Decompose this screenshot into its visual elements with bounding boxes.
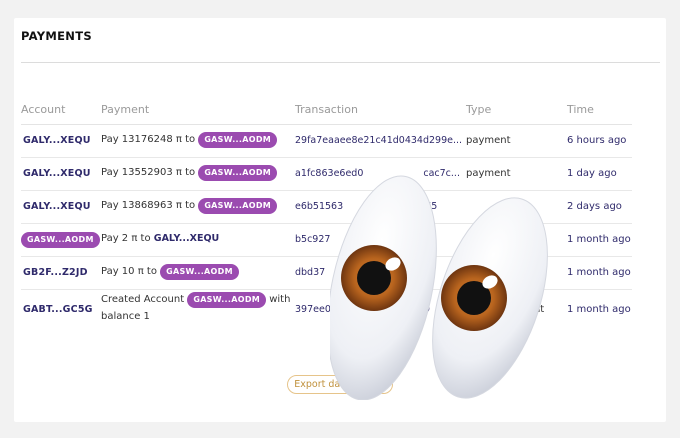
- time-link[interactable]: 1 day ago: [567, 168, 617, 179]
- column-header-type: Type: [466, 96, 567, 125]
- payment-text: Pay 13868963 π to: [101, 200, 196, 211]
- account-pill[interactable]: GASW...AODM: [198, 165, 278, 181]
- title-divider: [21, 62, 660, 63]
- transaction-link[interactable]: dbd37: [295, 267, 325, 278]
- payment-text: Pay 13176248 π to: [101, 134, 196, 145]
- account-link[interactable]: GALY...XEQU: [21, 168, 91, 179]
- payment-text: Pay 10 π to: [101, 266, 157, 277]
- account-pill[interactable]: GASW...AODM: [21, 231, 100, 248]
- table-row: GALY...XEQU Pay 13176248 π to GASW...AOD…: [21, 124, 632, 158]
- column-header-transaction: Transaction: [295, 96, 466, 125]
- column-header-payment: Payment: [101, 96, 295, 125]
- time-link[interactable]: 6 hours ago: [567, 135, 626, 146]
- account-link[interactable]: GALY...XEQU: [21, 201, 91, 212]
- panel-title: PAYMENTS: [21, 29, 92, 43]
- time-link[interactable]: 2 days ago: [567, 201, 622, 212]
- transaction-link[interactable]: b5c927: [295, 234, 330, 245]
- payment-text: Pay 2 π to: [101, 233, 151, 244]
- payment-text: Created Account: [101, 294, 185, 306]
- payment-text-line2: balance 1: [101, 311, 150, 323]
- table-header-row: Account Payment Transaction Type Time: [21, 96, 632, 125]
- account-pill[interactable]: GASW...AODM: [160, 264, 239, 280]
- account-link[interactable]: GALY...XEQU: [154, 233, 219, 244]
- googly-eyes-emoji: [330, 175, 548, 400]
- payment-text: Pay 13552903 π to: [101, 167, 196, 178]
- account-pill[interactable]: GASW...AODM: [198, 132, 278, 148]
- account-pill[interactable]: GASW...AODM: [187, 292, 267, 309]
- time-link[interactable]: 1 month ago: [567, 267, 631, 278]
- column-header-time: Time: [567, 96, 632, 125]
- transaction-link[interactable]: 397ee0: [295, 304, 331, 315]
- time-link[interactable]: 1 month ago: [567, 234, 631, 245]
- account-link[interactable]: GABT...GC5G: [21, 304, 93, 315]
- payment-type: payment: [466, 135, 511, 146]
- time-link[interactable]: 1 month ago: [567, 304, 631, 315]
- payment-text-suffix: with: [269, 294, 291, 306]
- column-header-account: Account: [21, 96, 101, 125]
- account-link[interactable]: GALY...XEQU: [21, 135, 91, 146]
- account-pill[interactable]: GASW...AODM: [198, 198, 278, 214]
- transaction-link[interactable]: 29fa7eaaee8e21c41d0434d299e...: [295, 135, 462, 146]
- account-link[interactable]: GB2F...Z2JD: [21, 267, 88, 278]
